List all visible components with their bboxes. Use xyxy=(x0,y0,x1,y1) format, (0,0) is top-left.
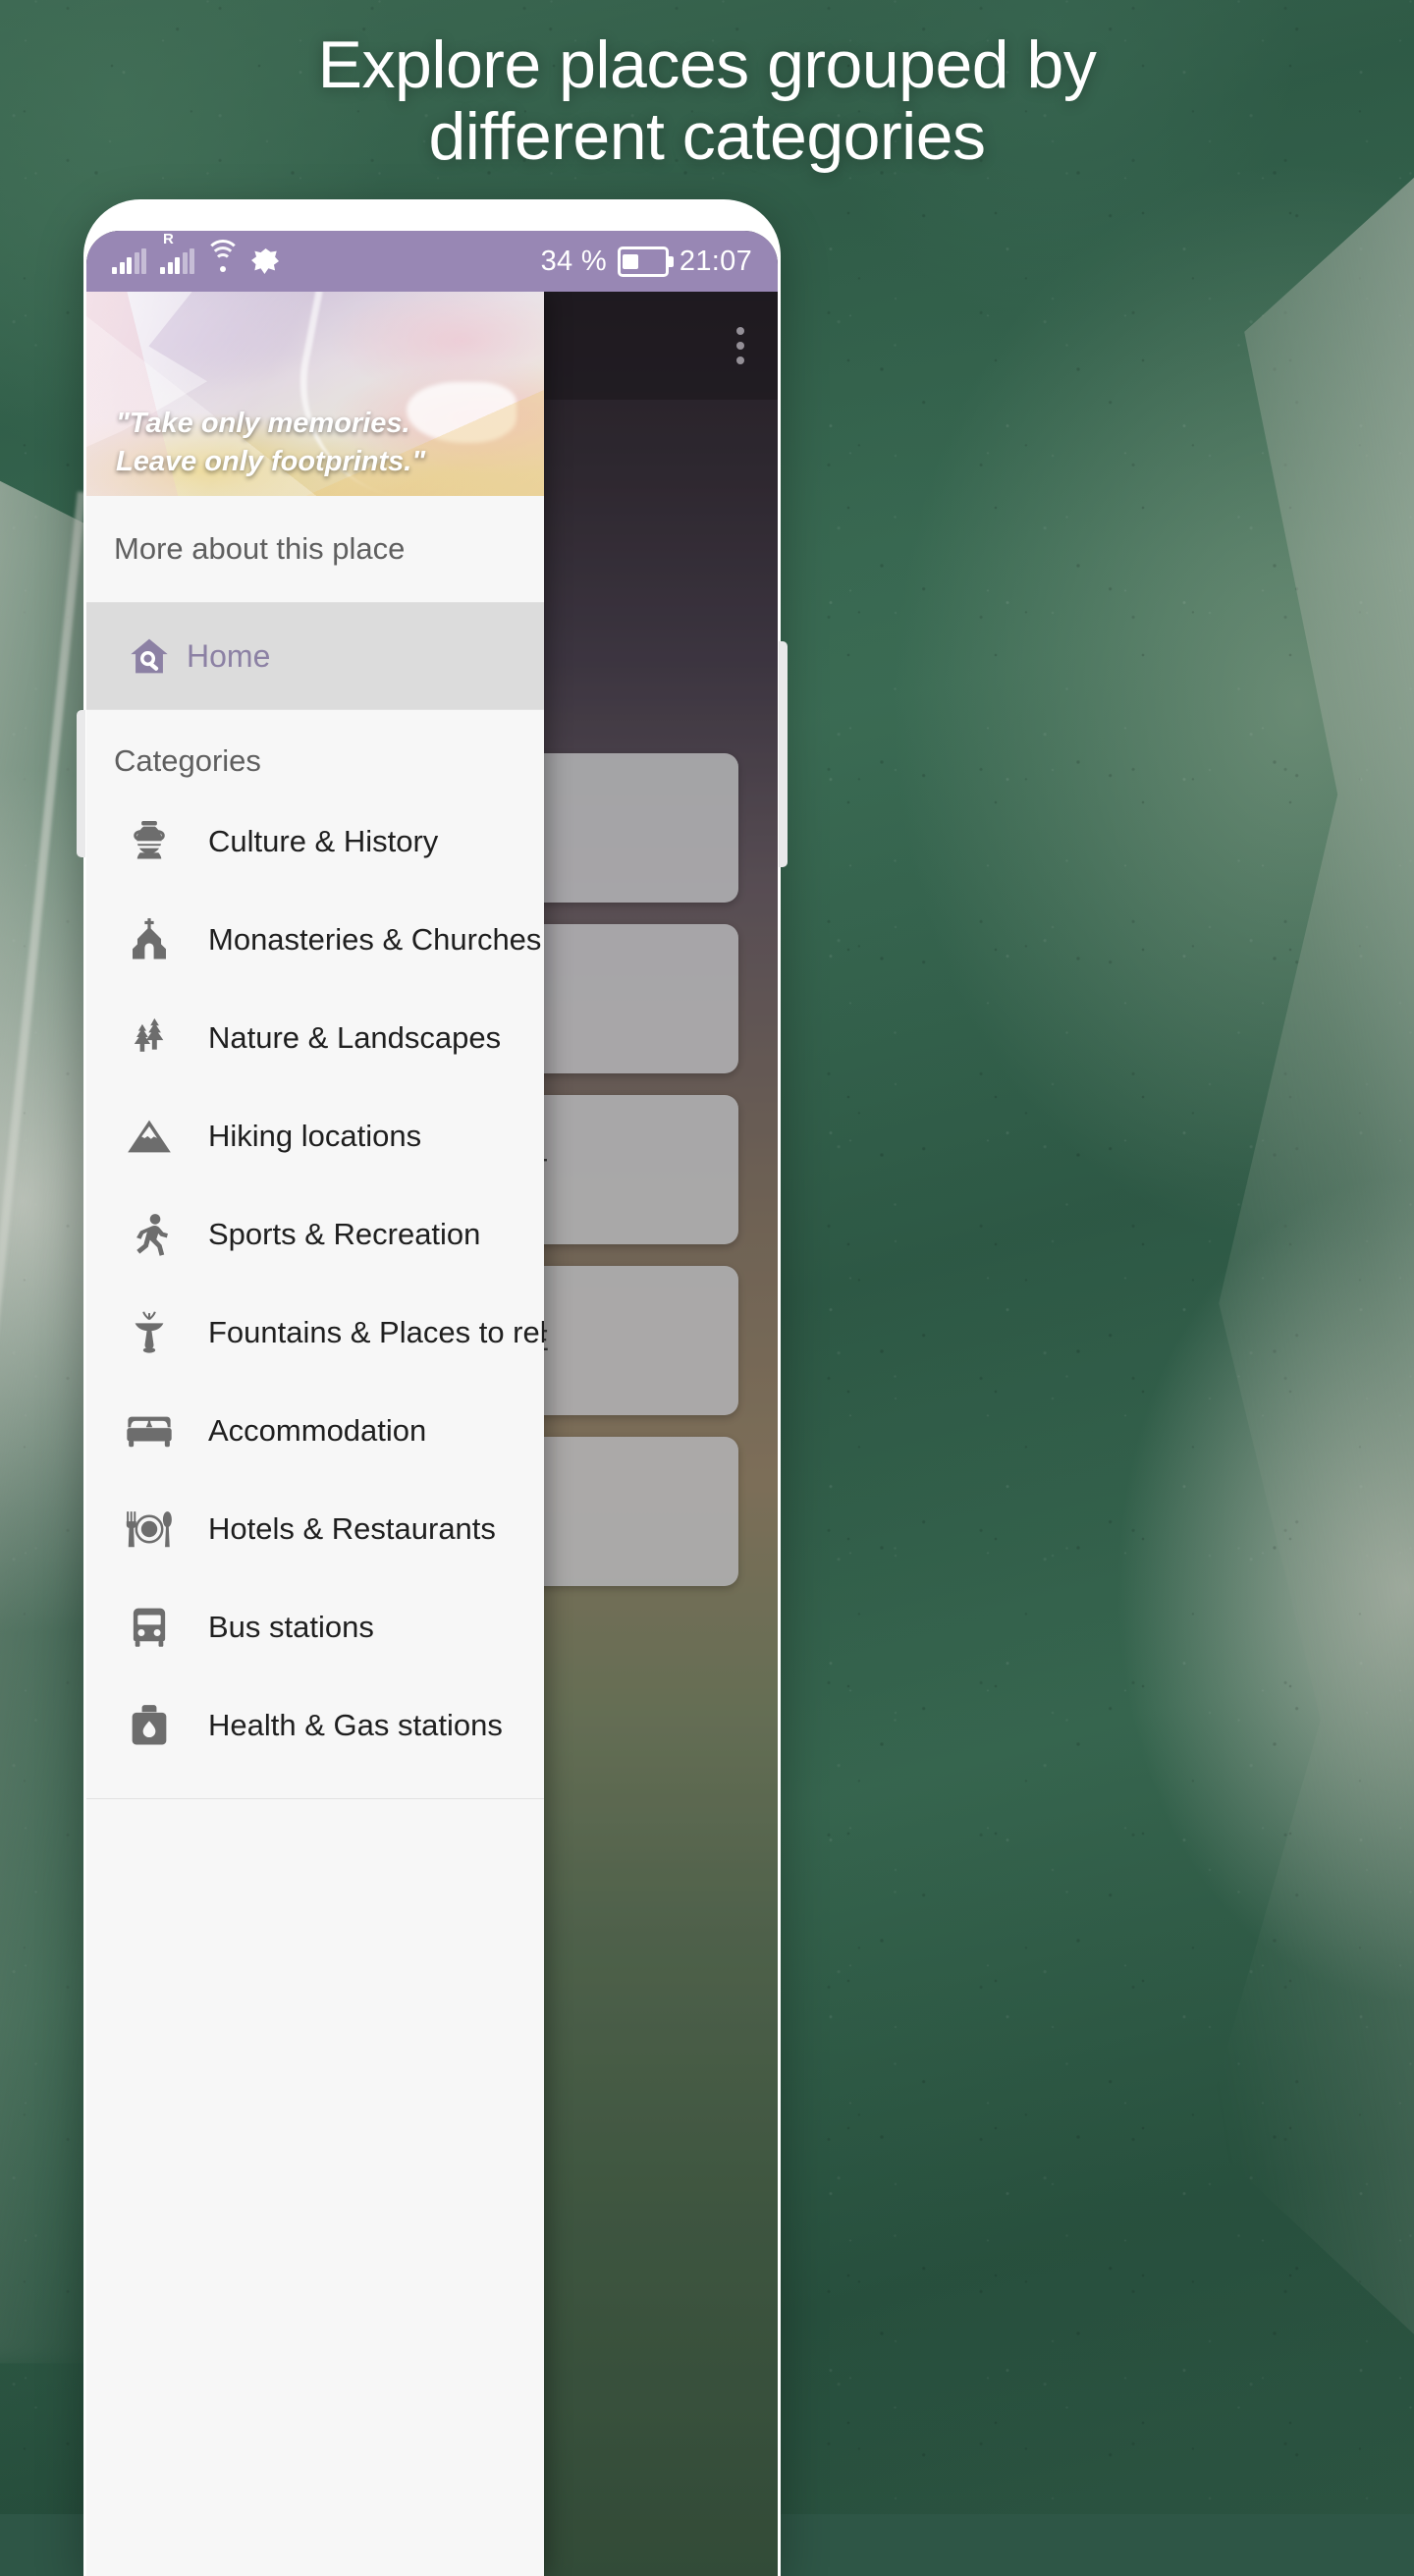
status-bar-right: 34 % 21:07 xyxy=(541,246,752,278)
leaf-icon xyxy=(251,248,279,274)
gas-can-icon xyxy=(112,1703,187,1748)
drawer-category-label: Monasteries & Churches xyxy=(208,922,542,957)
running-person-icon xyxy=(112,1212,187,1257)
battery-icon xyxy=(617,246,674,277)
drawer-category-label: Hiking locations xyxy=(208,1119,422,1153)
drawer-category-label: Culture & History xyxy=(208,824,439,858)
phone-screen: GALLERY NEAR PLACES PUBLIC TRANSPORT CHA… xyxy=(86,231,778,2576)
drawer-section-title-categories: Categories xyxy=(114,743,261,778)
promo-headline-line1: Explore places grouped by xyxy=(317,27,1097,102)
drawer-category-hotels-restaurants[interactable]: Hotels & Restaurants xyxy=(86,1480,544,1578)
drawer-category-label: Bus stations xyxy=(208,1610,374,1644)
drawer-item-home[interactable]: Home xyxy=(86,603,544,709)
phone-side-button-left xyxy=(77,710,85,857)
roaming-label: R xyxy=(163,231,174,247)
mountain-icon xyxy=(112,1117,187,1156)
drawer-item-label: Home xyxy=(187,637,271,674)
drawer-category-fountains-places-to-relax[interactable]: Fountains & Places to relax xyxy=(86,1284,544,1382)
wifi-icon xyxy=(205,240,241,274)
drawer-item-label: More about this place xyxy=(114,531,406,566)
promo-headline-line2: different categories xyxy=(428,99,986,175)
drawer-category-culture-history[interactable]: Culture & History xyxy=(86,793,544,891)
status-bar-left: R xyxy=(112,232,279,274)
drawer-quote-line1: "Take only memories. xyxy=(116,408,410,440)
signal-bars-icon xyxy=(112,248,146,274)
phone-side-button-right xyxy=(779,641,788,867)
drawer-category-label: Sports & Recreation xyxy=(208,1217,481,1251)
drawer-item-more-about-this-place[interactable]: More about this place xyxy=(86,496,544,602)
navigation-drawer: "Take only memories. Leave only footprin… xyxy=(86,292,544,2576)
drawer-category-hiking-locations[interactable]: Hiking locations xyxy=(86,1087,544,1185)
drawer-category-label: Hotels & Restaurants xyxy=(208,1511,496,1546)
drawer-category-monasteries-churches[interactable]: Monasteries & Churches xyxy=(86,891,544,989)
drawer-divider xyxy=(86,1798,544,1799)
cutlery-plate-icon xyxy=(112,1507,187,1551)
drawer-category-nature-landscapes[interactable]: Nature & Landscapes xyxy=(86,989,544,1087)
drawer-quote-line2: Leave only footprints." xyxy=(116,445,426,477)
fountain-icon xyxy=(112,1309,187,1356)
drawer-category-label: Fountains & Places to relax xyxy=(208,1315,544,1349)
drawer-header: "Take only memories. Leave only footprin… xyxy=(86,292,544,496)
amphora-icon xyxy=(112,819,187,864)
home-search-icon xyxy=(112,634,187,678)
battery-percent-label: 34 % xyxy=(540,245,607,277)
drawer-category-bus-stations[interactable]: Bus stations xyxy=(86,1578,544,1676)
drawer-category-health-gas-stations[interactable]: Health & Gas stations xyxy=(86,1676,544,1775)
status-bar: R 34 % 21:07 xyxy=(86,231,778,292)
promo-headline: Explore places grouped by different cate… xyxy=(0,27,1414,175)
drawer-quote: "Take only memories. Leave only footprin… xyxy=(116,405,532,480)
bus-icon xyxy=(112,1606,187,1649)
drawer-category-label: Accommodation xyxy=(208,1413,427,1448)
trees-icon xyxy=(112,1015,187,1061)
drawer-category-accommodation[interactable]: Accommodation xyxy=(86,1382,544,1480)
clock-label: 21:07 xyxy=(679,245,752,277)
drawer-category-sports-recreation[interactable]: Sports & Recreation xyxy=(86,1185,544,1284)
signal-bars-roaming-icon: R xyxy=(160,232,194,274)
phone-mockup: GALLERY NEAR PLACES PUBLIC TRANSPORT CHA… xyxy=(77,199,788,2576)
drawer-category-label: Health & Gas stations xyxy=(208,1708,503,1742)
drawer-category-label: Nature & Landscapes xyxy=(208,1020,502,1055)
bed-icon xyxy=(112,1413,187,1449)
church-icon xyxy=(112,917,187,962)
